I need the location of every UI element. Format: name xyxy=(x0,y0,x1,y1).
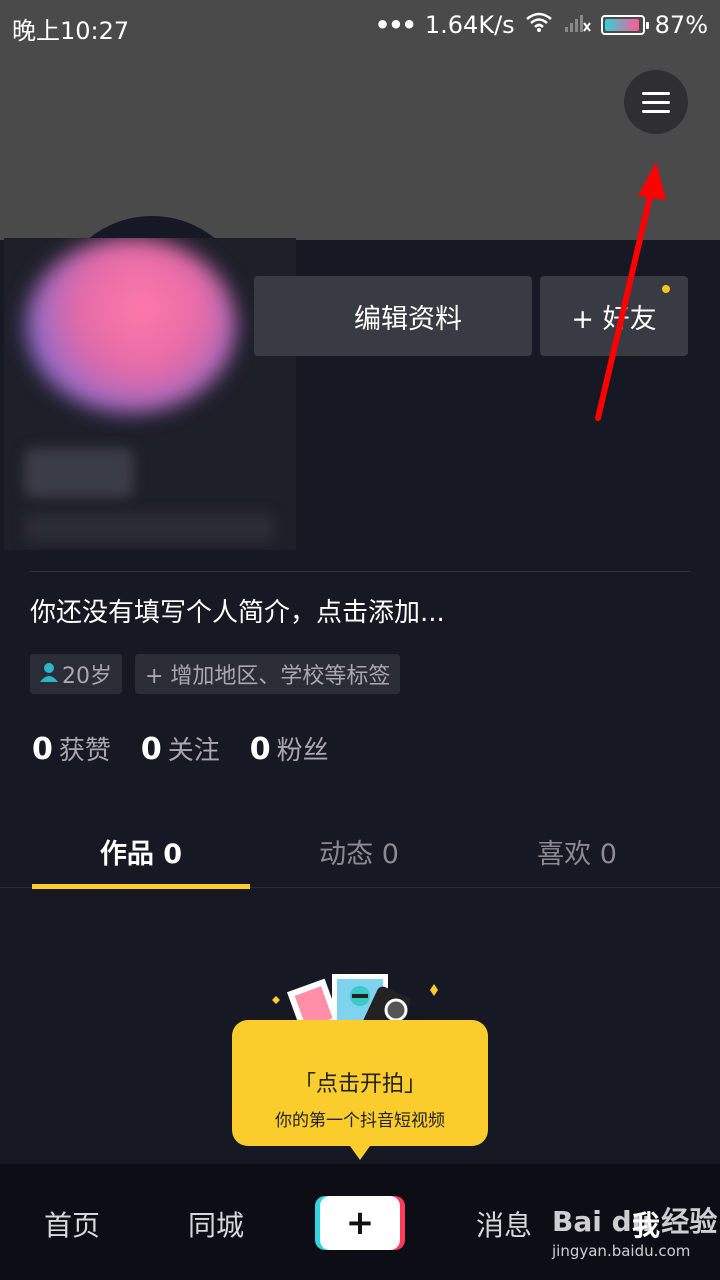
tab-likes[interactable]: 喜欢 0 xyxy=(468,832,686,871)
battery-percent: 87% xyxy=(654,11,708,39)
content-tabs: 作品 0 动态 0 喜欢 0 xyxy=(0,820,720,888)
shoot-popup-subtitle: 你的第一个抖音短视频 xyxy=(275,1111,445,1131)
stat-label: 获赞 xyxy=(58,736,111,766)
add-tag-button[interactable]: + 增加地区、学校等标签 xyxy=(135,654,401,694)
age-tag[interactable]: 20岁 xyxy=(30,654,122,694)
active-tab-indicator xyxy=(32,884,250,889)
wifi-icon xyxy=(525,11,553,39)
stat-label: 关注 xyxy=(167,736,220,766)
create-video-button[interactable]: + xyxy=(320,1196,400,1250)
nav-item-messages[interactable]: 消息 xyxy=(476,1204,532,1244)
hamburger-icon-line xyxy=(642,109,670,113)
nav-item-home[interactable]: 首页 xyxy=(44,1204,100,1244)
battery-icon xyxy=(600,15,649,35)
avatar-image xyxy=(26,238,236,413)
notification-dot xyxy=(662,285,670,293)
person-icon xyxy=(40,662,58,687)
username-blurred xyxy=(24,448,134,498)
tab-works[interactable]: 作品 0 xyxy=(32,832,250,871)
tab-moments[interactable]: 动态 0 xyxy=(250,832,468,871)
status-time: 晚上10:27 xyxy=(12,17,130,45)
stat-followers[interactable]: 0 粉丝 xyxy=(250,730,329,767)
add-friend-button[interactable]: + 好友 xyxy=(540,276,688,356)
notification-dots: ••• xyxy=(374,11,417,39)
age-label: 20岁 xyxy=(62,664,112,689)
watermark-logo: Bai du 经验 xyxy=(552,1205,718,1238)
stat-number: 0 xyxy=(140,732,162,767)
stat-label: 粉丝 xyxy=(276,736,329,766)
watermark: Bai du 经验 jingyan.baidu.com xyxy=(552,1200,717,1260)
watermark-url: jingyan.baidu.com xyxy=(552,1242,691,1260)
nav-item-city[interactable]: 同城 xyxy=(188,1204,244,1244)
user-id-blurred xyxy=(24,513,274,543)
status-bar: 晚上10:27 ••• 1.64K/s 87% xyxy=(0,0,720,54)
shoot-popup-title: 「点击开拍」 xyxy=(293,1072,426,1097)
add-friend-label: + 好友 xyxy=(571,303,657,335)
shoot-popup[interactable]: 「点击开拍」 你的第一个抖音短视频 xyxy=(232,1020,488,1160)
stat-number: 0 xyxy=(32,732,53,767)
stat-likes[interactable]: 0 获赞 xyxy=(32,730,111,767)
hamburger-icon-line xyxy=(642,100,670,104)
signal-icon xyxy=(563,11,591,39)
divider xyxy=(30,571,690,572)
stat-following[interactable]: 0 关注 xyxy=(141,730,220,767)
hamburger-icon-line xyxy=(642,91,670,95)
stats-row: 0 获赞 0 关注 0 粉丝 xyxy=(32,730,329,767)
stat-number: 0 xyxy=(249,732,271,767)
avatar[interactable] xyxy=(4,238,296,550)
edit-profile-button[interactable]: 编辑资料 xyxy=(254,276,532,356)
bio-text[interactable]: 你还没有填写个人简介，点击添加... xyxy=(30,592,445,629)
network-speed: 1.64K/s xyxy=(424,11,515,39)
status-right: ••• 1.64K/s 87% xyxy=(375,11,708,39)
menu-button[interactable] xyxy=(624,70,688,134)
